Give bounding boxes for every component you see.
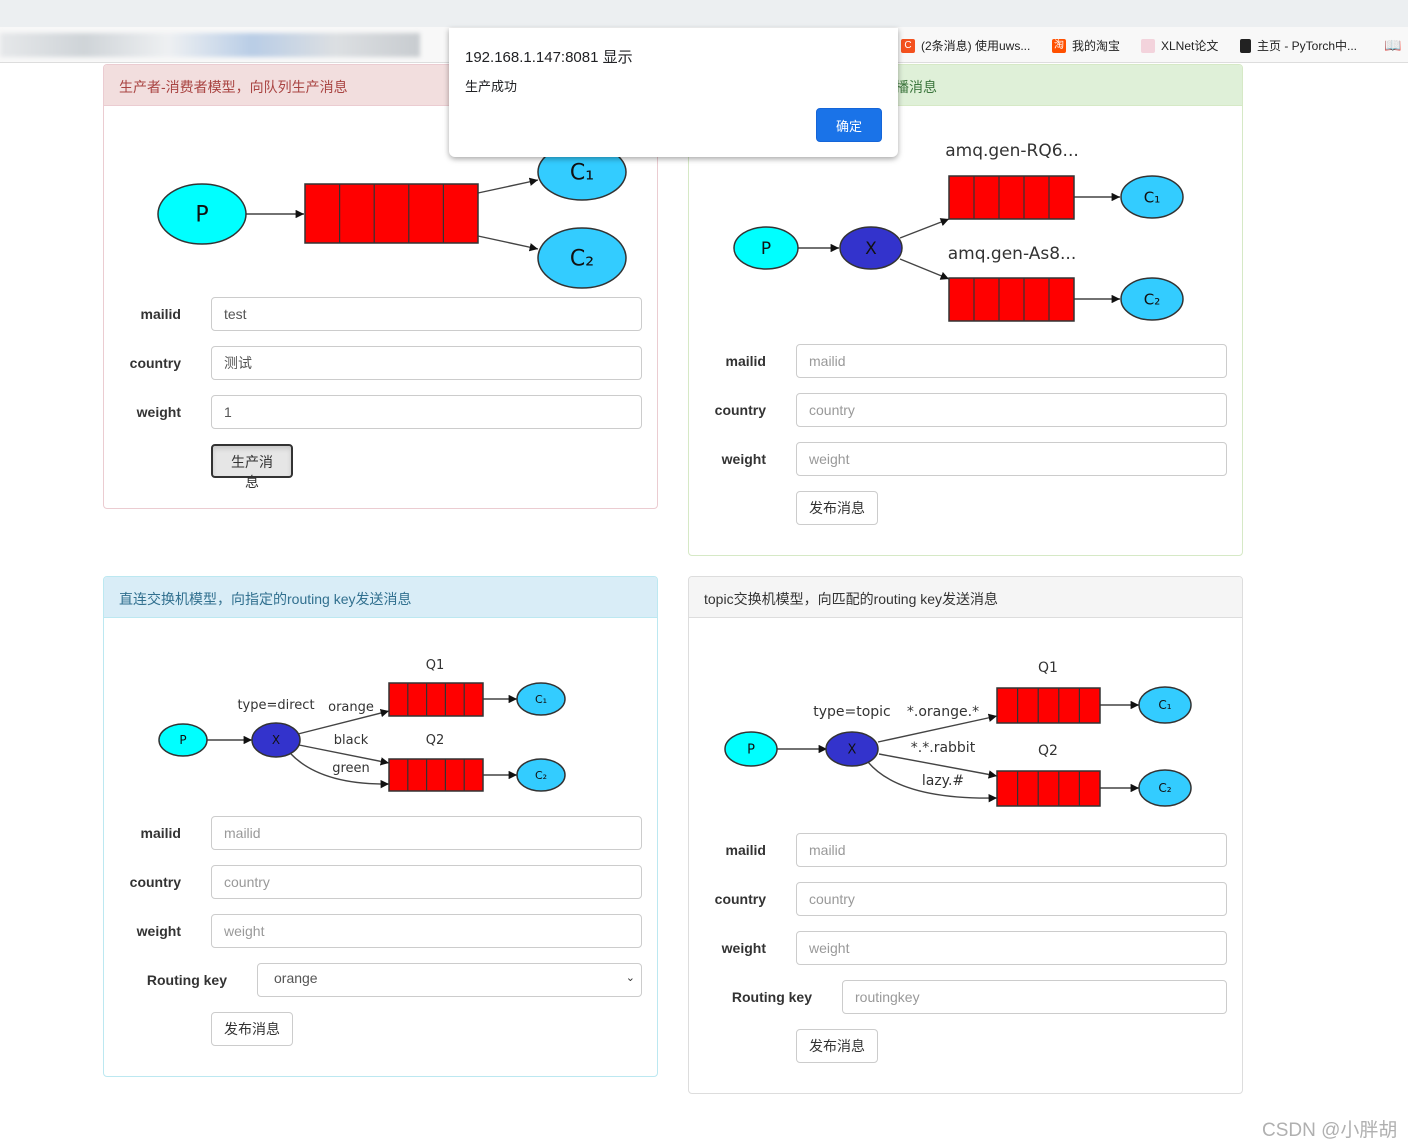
label-weight: weight: [721, 940, 766, 956]
country-input[interactable]: [796, 882, 1227, 916]
dialog-message: 生产成功: [465, 79, 518, 94]
binding-key-orange: *.orange.*: [907, 704, 979, 720]
watermark: CSDN @小胖胡: [1262, 1120, 1398, 1141]
producer-node-label: P: [747, 743, 755, 758]
weight-input[interactable]: [796, 931, 1227, 965]
queue-q1-name: Q1: [1038, 660, 1058, 676]
queue-q1: [996, 687, 1101, 724]
consumer-c2-node-label: C₂: [1158, 781, 1171, 795]
exchange-node-label: X: [848, 743, 857, 758]
dialog-ok-button[interactable]: 确定: [816, 108, 882, 142]
exchange-type-label: type=topic: [813, 704, 891, 720]
diagram-topic: P X C₁ C₂ Q1 Q2 type=topic *.orange.* *.*.rabbit…: [724, 660, 1192, 807]
queue-q2: [996, 770, 1101, 807]
alert-dialog: 192.168.1.147:8081 显示 生产成功 确定: [449, 28, 898, 157]
label-routing-key: Routing key: [731, 989, 812, 1005]
mailid-input[interactable]: [796, 833, 1227, 867]
label-mailid: mailid: [725, 842, 766, 858]
binding-key-rabbit: *.*.rabbit: [911, 740, 976, 756]
publish-message-button[interactable]: 发布消息: [796, 1029, 878, 1063]
binding-key-lazy: lazy.#: [922, 773, 964, 789]
label-country: country: [714, 891, 766, 907]
routing-key-input[interactable]: [842, 980, 1227, 1014]
consumer-c1-node-label: C₁: [1158, 698, 1171, 712]
dialog-title: 192.168.1.147:8081 显示: [465, 49, 633, 66]
queue-q2-name: Q2: [1038, 743, 1058, 759]
